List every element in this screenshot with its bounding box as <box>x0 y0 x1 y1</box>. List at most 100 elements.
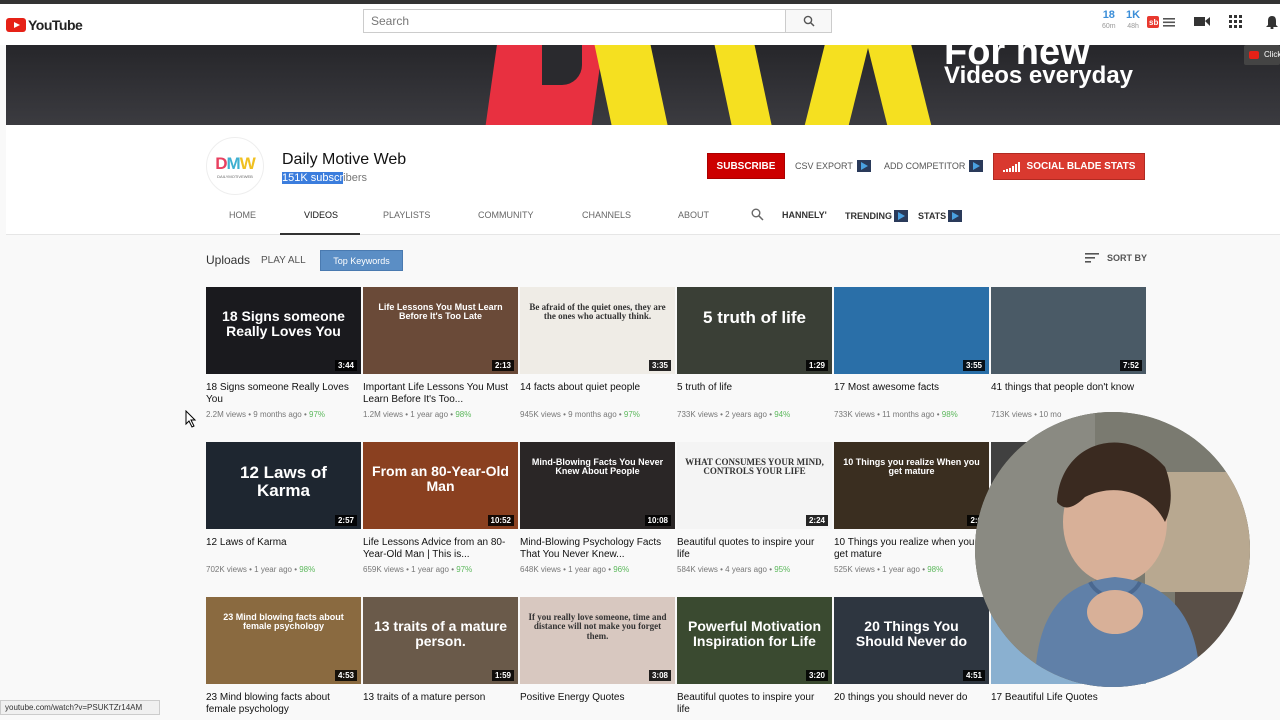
video-title[interactable]: Positive Energy Quotes <box>520 692 675 716</box>
notifications-bell-icon[interactable] <box>1265 15 1279 29</box>
video-thumbnail[interactable]: 12 Laws of Karma 2:57 <box>206 442 361 529</box>
video-thumbnail[interactable]: 3:55 <box>834 287 989 374</box>
add-competitor-button[interactable]: ADD COMPETITOR <box>884 160 984 172</box>
subscribe-button[interactable]: SUBSCRIBE <box>707 153 785 179</box>
tab-videos[interactable]: VIDEOS <box>304 210 338 220</box>
avatar-logo: DMW <box>215 154 256 174</box>
thumbnail-text: 10 Things you realize When you get matur… <box>843 457 980 477</box>
avatar-subtext: DAILYMOTIVEWEB <box>217 173 253 179</box>
realtime-stat-60m[interactable]: 18 60m <box>1102 10 1116 32</box>
tab-playlists[interactable]: PLAYLISTS <box>383 210 430 220</box>
realtime-stat-48h[interactable]: 1K 48h <box>1126 10 1140 32</box>
search-icon <box>803 15 815 27</box>
csv-export-button[interactable]: CSV EXPORT <box>795 160 871 172</box>
top-keywords-button[interactable]: Top Keywords <box>320 250 403 271</box>
sort-by-button[interactable]: SORT BY <box>1085 253 1147 263</box>
video-age: 11 months ago <box>882 410 935 419</box>
video-thumbnail[interactable]: 18 Signs someone Really Loves You 3:44 <box>206 287 361 374</box>
video-like-ratio: 95% <box>774 565 791 574</box>
banner-subscribe-link[interactable]: Click <box>1244 45 1280 65</box>
video-title[interactable]: Mind-Blowing Psychology Facts That You N… <box>520 537 675 561</box>
video-card[interactable]: Life Lessons You Must Learn Before It's … <box>363 287 518 419</box>
video-title[interactable]: 12 Laws of Karma <box>206 537 361 561</box>
banner-headline: Videos everyday <box>944 62 1134 89</box>
video-thumbnail[interactable]: From an 80-Year-Old Man 10:52 <box>363 442 518 529</box>
sort-by-label: SORT BY <box>1107 253 1148 263</box>
video-title[interactable]: 5 truth of life <box>677 382 832 406</box>
active-tab-indicator <box>280 233 360 235</box>
video-card[interactable]: Be afraid of the quiet ones, they are th… <box>520 287 675 419</box>
video-like-ratio: 98% <box>941 410 958 419</box>
video-thumbnail[interactable]: If you really love someone, time and dis… <box>520 597 675 684</box>
video-title[interactable]: 10 Things you realize when you get matur… <box>834 537 989 561</box>
video-title[interactable]: Life Lessons Advice from an 80-Year-Old … <box>363 537 518 561</box>
video-card[interactable]: 7:52 41 things that people don't know 713K… <box>991 287 1146 419</box>
tab-home[interactable]: HOME <box>229 210 256 220</box>
video-title[interactable]: 17 Beautiful Life Quotes <box>991 692 1146 716</box>
video-duration: 1:29 <box>805 360 828 371</box>
thumbnail-text: WHAT CONSUMES YOUR MIND, CONTROLS YOUR L… <box>685 457 824 477</box>
tab-channels[interactable]: CHANNELS <box>582 210 631 220</box>
video-thumbnail[interactable]: 7:52 <box>991 287 1146 374</box>
link-status-bar: youtube.com/watch?v=PSUKTZr14AM <box>0 700 160 715</box>
video-thumbnail[interactable]: 13 traits of a mature person. 1:59 <box>363 597 518 684</box>
video-card[interactable]: If you really love someone, time and dis… <box>520 597 675 716</box>
channel-avatar[interactable]: DMW DAILYMOTIVEWEB <box>206 137 264 195</box>
play-arrow-icon <box>856 160 871 172</box>
video-thumbnail[interactable]: 23 Mind blowing facts about female psych… <box>206 597 361 684</box>
video-card[interactable]: 5 truth of life 1:29 5 truth of life 733K v… <box>677 287 832 419</box>
search-input[interactable]: Search <box>363 9 786 33</box>
social-blade-stats-button[interactable]: SOCIAL BLADE STATS <box>993 153 1145 180</box>
video-meta: 525K views • 1 year ago • 98% <box>834 565 989 574</box>
video-card[interactable]: 10 Things you realize When you get matur… <box>834 442 989 574</box>
tab-about[interactable]: ABOUT <box>678 210 709 220</box>
channel-search-icon[interactable] <box>751 208 764 221</box>
video-thumbnail[interactable]: Mind-Blowing Facts You Never Knew About … <box>520 442 675 529</box>
video-title[interactable]: 13 traits of a mature person <box>363 692 518 716</box>
tab-stats[interactable]: STATS <box>918 210 963 222</box>
video-card[interactable]: From an 80-Year-Old Man 10:52 Life Lessons… <box>363 442 518 574</box>
video-title[interactable]: Beautiful quotes to inspire your life <box>677 537 832 561</box>
video-card[interactable]: 12 Laws of Karma 2:57 12 Laws of Karma 702K… <box>206 442 361 574</box>
video-title[interactable]: Beautiful quotes to inspire your life <box>677 692 832 716</box>
video-thumbnail[interactable]: Be afraid of the quiet ones, they are th… <box>520 287 675 374</box>
tab-channelytics[interactable]: HANNELY' <box>782 210 827 220</box>
tab-community[interactable]: COMMUNITY <box>478 210 534 220</box>
video-meta: 2.2M views • 9 months ago • 97% <box>206 410 361 419</box>
logo-text: YouTube <box>28 17 83 33</box>
play-all-button[interactable]: PLAY ALL <box>261 255 306 266</box>
video-card[interactable]: Mind-Blowing Facts You Never Knew About … <box>520 442 675 574</box>
tab-trending[interactable]: TRENDING <box>845 210 908 222</box>
banner-letter-m-stroke <box>710 45 774 125</box>
socialblade-menu-icon[interactable]: sb <box>1147 15 1177 29</box>
video-title[interactable]: 14 facts about quiet people <box>520 382 675 406</box>
search-button[interactable] <box>785 9 832 33</box>
video-age: 9 months ago <box>253 410 302 419</box>
video-duration: 7:52 <box>1119 360 1142 371</box>
youtube-logo[interactable]: YouTube <box>6 17 83 33</box>
video-thumbnail[interactable]: 5 truth of life 1:29 <box>677 287 832 374</box>
video-thumbnail[interactable]: WHAT CONSUMES YOUR MIND, CONTROLS YOUR L… <box>677 442 832 529</box>
video-title[interactable]: 23 Mind blowing facts about female psych… <box>206 692 361 716</box>
video-title[interactable]: 41 things that people don't know <box>991 382 1146 406</box>
upload-video-icon[interactable] <box>1194 15 1210 27</box>
video-thumbnail[interactable]: 20 Things You Should Never do 4:51 <box>834 597 989 684</box>
video-thumbnail[interactable]: Life Lessons You Must Learn Before It's … <box>363 287 518 374</box>
video-duration: 4:53 <box>334 670 357 681</box>
video-title[interactable]: Important Life Lessons You Must Learn Be… <box>363 382 518 406</box>
video-title[interactable]: 18 Signs someone Really Loves You <box>206 382 361 406</box>
video-title[interactable]: 17 Most awesome facts <box>834 382 989 406</box>
video-title[interactable]: 20 things you should never do <box>834 692 989 716</box>
video-age: 1 year ago <box>254 565 292 574</box>
video-card[interactable]: WHAT CONSUMES YOUR MIND, CONTROLS YOUR L… <box>677 442 832 574</box>
video-thumbnail[interactable]: Powerful Motivation Inspiration for Life… <box>677 597 832 684</box>
video-card[interactable]: 23 Mind blowing facts about female psych… <box>206 597 361 716</box>
video-card[interactable]: 13 traits of a mature person. 1:59 13 trai… <box>363 597 518 716</box>
add-competitor-label: ADD COMPETITOR <box>884 161 966 171</box>
video-card[interactable]: Powerful Motivation Inspiration for Life… <box>677 597 832 716</box>
video-thumbnail[interactable]: 10 Things you realize When you get matur… <box>834 442 989 529</box>
video-card[interactable]: 20 Things You Should Never do 4:51 20 thin… <box>834 597 989 716</box>
video-card[interactable]: 18 Signs someone Really Loves You 3:44 18 … <box>206 287 361 419</box>
video-card[interactable]: 3:55 17 Most awesome facts 733K views • 11… <box>834 287 989 419</box>
apps-grid-icon[interactable] <box>1229 15 1243 29</box>
